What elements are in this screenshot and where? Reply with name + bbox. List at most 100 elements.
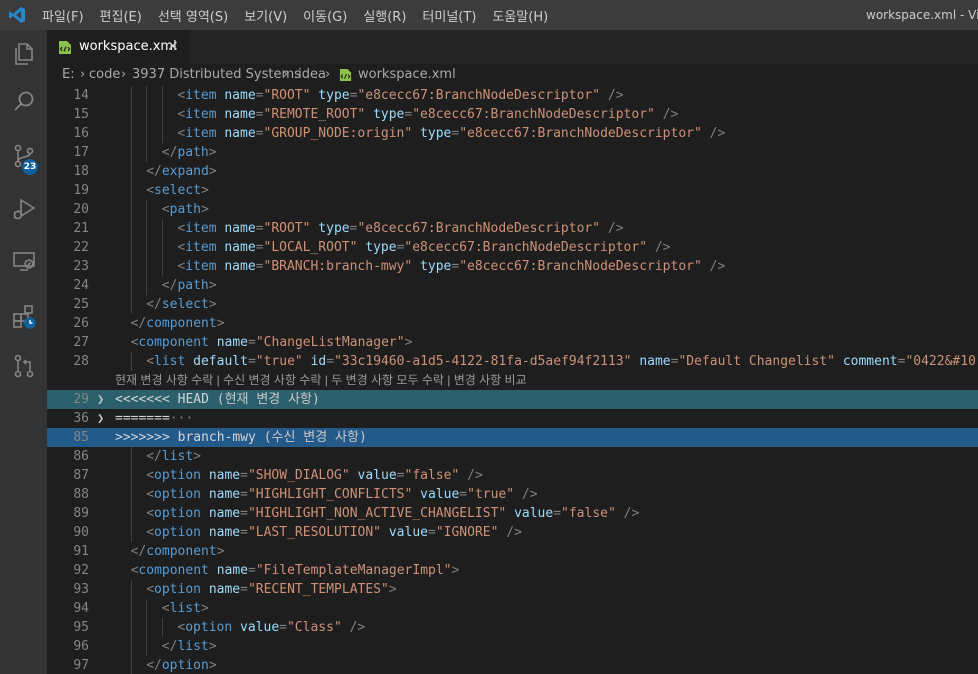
indent-guide	[130, 219, 132, 238]
code-line: 87 <option name="SHOW_DIALOG" value="fals…	[47, 466, 978, 485]
conflict-actions-codelens[interactable]: 현재 변경 사항 수락 | 수신 변경 사항 수락 | 두 변경 사항 모두 수…	[115, 371, 527, 390]
breadcrumb-code[interactable]: code	[89, 64, 120, 86]
xml-attribute: name	[216, 563, 249, 578]
xml-tag: item	[185, 107, 217, 122]
code-line: 18 </expand>	[47, 162, 978, 181]
line-number: 26	[73, 316, 89, 331]
line-number: 93	[73, 582, 89, 597]
xml-attribute: comment	[842, 354, 898, 369]
code-text: <item name="GROUP_NODE:origin" type="e8c…	[177, 124, 725, 143]
code-text: <item name="ROOT" type="e8cecc67:BranchN…	[177, 86, 623, 105]
xml-file-icon	[339, 68, 352, 82]
extensions-button[interactable]	[0, 292, 47, 340]
xml-attribute: value	[420, 487, 460, 502]
xml-tag: option	[161, 658, 209, 673]
run-debug-button[interactable]	[0, 185, 47, 233]
xml-string: "true"	[467, 487, 515, 502]
line-number: 21	[73, 221, 89, 236]
xml-punctuation: >	[208, 658, 217, 673]
remote-explorer-button[interactable]	[0, 237, 47, 285]
chevron-right-icon[interactable]: ❯	[97, 409, 104, 428]
xml-string: "false"	[561, 506, 616, 521]
menu-item[interactable]: 파일(F)	[42, 6, 84, 25]
indent-guide	[130, 599, 132, 618]
menu-item[interactable]: 터미널(T)	[422, 6, 476, 25]
code-text: </expand>	[146, 162, 216, 181]
breadcrumb-drive[interactable]: E:	[62, 64, 75, 86]
menu-item[interactable]: 실행(R)	[363, 6, 406, 25]
xml-punctuation: >	[208, 639, 217, 654]
xml-punctuation	[209, 335, 217, 350]
xml-punctuation: =	[459, 487, 468, 502]
line-number: 97	[73, 658, 89, 673]
xml-tag: component	[146, 316, 217, 331]
xml-tag: item	[185, 221, 217, 236]
code-text: </select>	[146, 295, 216, 314]
code-line: 17 </path>	[47, 143, 978, 162]
menu-item[interactable]: 보기(V)	[244, 6, 287, 25]
menu-item[interactable]: 편집(E)	[100, 6, 142, 25]
line-number: 85	[73, 430, 89, 445]
vscode-logo-icon	[9, 7, 25, 23]
xml-punctuation	[381, 525, 389, 540]
indent-guide	[130, 466, 132, 485]
source-control-button[interactable]: 23	[0, 132, 47, 180]
xml-attribute: type	[318, 88, 350, 103]
indent-guide	[130, 504, 132, 523]
xml-punctuation: />	[514, 487, 538, 502]
line-number: 90	[73, 525, 89, 540]
code-text: <option name="LAST_RESOLUTION" value="IG…	[146, 523, 522, 542]
xml-tag: option	[185, 620, 233, 635]
code-line: 36 ❯ =======···	[47, 409, 978, 428]
xml-punctuation: =	[427, 525, 436, 540]
code-text: <option name="HIGHLIGHT_NON_ACTIVE_CHANG…	[146, 504, 639, 523]
code-line: 19 <select>	[47, 181, 978, 200]
xml-punctuation: =	[255, 88, 264, 103]
xml-tag: option	[154, 525, 201, 540]
xml-punctuation: </	[146, 164, 162, 179]
code-text: <select>	[146, 181, 209, 200]
conflict-separator: =======···	[115, 409, 193, 428]
breadcrumb-idea[interactable]: .idea	[294, 64, 326, 86]
explorer-button[interactable]	[0, 30, 47, 78]
code-text: </list>	[162, 637, 217, 656]
pull-request-button[interactable]	[0, 342, 47, 390]
xml-punctuation	[506, 506, 514, 521]
code-text: </path>	[162, 276, 217, 295]
folded-ellipsis[interactable]: ···	[170, 411, 193, 426]
indent-guide	[130, 143, 132, 162]
xml-punctuation: <	[146, 487, 155, 502]
line-number: 14	[73, 88, 89, 103]
xml-string: "LAST_RESOLUTION"	[247, 525, 382, 540]
head-label: (현재 변경 사항)	[216, 392, 320, 407]
conflict-incoming-marker: >>>>>>> branch-mwy (수신 변경 사항)	[115, 428, 367, 447]
xml-string: "SHOW_DIALOG"	[247, 468, 350, 483]
close-icon[interactable]: ✕	[167, 30, 179, 64]
xml-punctuation: =	[255, 107, 264, 122]
tab-workspace-xml[interactable]: workspace.xml ✕	[47, 30, 190, 64]
xml-string: "IGNORE"	[435, 525, 499, 540]
menu-item[interactable]: 이동(G)	[303, 6, 347, 25]
xml-attribute: name	[208, 468, 241, 483]
chevron-right-icon[interactable]: ❯	[97, 390, 104, 409]
pull-request-icon	[14, 354, 33, 378]
xml-attribute: type	[373, 107, 405, 122]
breadcrumb-project[interactable]: 3937 Distributed Systems	[132, 64, 301, 86]
breadcrumb-file[interactable]: workspace.xml	[358, 64, 456, 86]
indent-guide	[146, 637, 148, 656]
xml-punctuation: <	[146, 525, 155, 540]
search-button[interactable]	[0, 78, 47, 126]
xml-punctuation: =	[255, 221, 264, 236]
menu-item[interactable]: 도움말(H)	[492, 6, 548, 25]
code-line: 97 </option>	[47, 656, 978, 674]
xml-tag: expand	[161, 164, 209, 179]
code-line: 86 </list>	[47, 447, 978, 466]
menu-item[interactable]: 선택 영역(S)	[158, 6, 228, 25]
indent-guide	[130, 200, 132, 219]
xml-file-icon	[59, 41, 71, 54]
code-editor[interactable]: 14 <item name="ROOT" type="e8cecc67:Branc…	[47, 86, 978, 674]
xml-attribute: name	[224, 221, 256, 236]
indent-guide	[130, 637, 132, 656]
line-number: 29	[73, 392, 89, 407]
xml-punctuation	[835, 354, 843, 369]
